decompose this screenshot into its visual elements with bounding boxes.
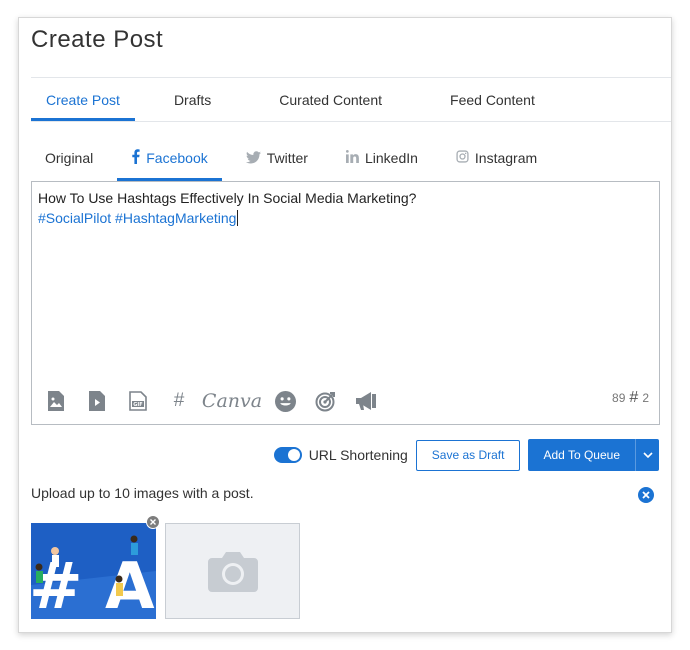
tab-feed-content[interactable]: Feed Content	[435, 90, 550, 121]
network-tab-label: LinkedIn	[364, 150, 418, 166]
main-tabs: Create Post Drafts Curated Content Feed …	[31, 90, 550, 121]
char-count: 89	[612, 391, 626, 405]
post-actions: URL Shortening Save as Draft Add To Queu…	[273, 439, 659, 471]
tab-create-post[interactable]: Create Post	[31, 90, 135, 121]
add-to-queue-button[interactable]: Add To Queue	[528, 439, 635, 471]
hashtag-icon[interactable]: #	[167, 389, 191, 413]
camera-icon	[207, 552, 258, 592]
post-hashtags: #SocialPilot #HashtagMarketing	[38, 210, 237, 226]
svg-text:A: A	[105, 550, 155, 619]
emoji-icon[interactable]	[273, 389, 297, 413]
twitter-icon	[245, 148, 261, 168]
add-image-placeholder[interactable]	[165, 523, 300, 619]
text-caret	[237, 210, 239, 226]
close-upload-button[interactable]	[638, 487, 654, 503]
queue-options-button[interactable]	[635, 439, 659, 471]
tab-curated-content[interactable]: Curated Content	[264, 90, 397, 121]
close-icon	[150, 519, 156, 525]
network-tab-instagram[interactable]: Instagram	[442, 148, 551, 181]
post-counter: 89 # 2	[612, 389, 649, 407]
page-title: Create Post	[31, 26, 164, 53]
network-tab-label: Twitter	[266, 150, 308, 166]
uploaded-image-thumbnail[interactable]: # A	[31, 523, 156, 619]
post-text-line: How To Use Hashtags Effectively In Socia…	[38, 190, 417, 206]
svg-text:GIF: GIF	[133, 402, 142, 408]
hashtag-count-icon: #	[629, 389, 639, 406]
create-post-card: Create Post Create Post Drafts Curated C…	[18, 17, 672, 633]
save-draft-button[interactable]: Save as Draft	[415, 439, 521, 471]
facebook-icon	[131, 148, 140, 168]
tab-drafts[interactable]: Drafts	[159, 90, 226, 121]
video-icon[interactable]	[85, 389, 109, 413]
tabs-divider	[31, 121, 671, 122]
post-text[interactable]: How To Use Hashtags Effectively In Socia…	[38, 188, 416, 228]
upload-hint: Upload up to 10 images with a post.	[31, 485, 254, 501]
canva-logo[interactable]: Canva	[202, 389, 262, 413]
remove-image-button[interactable]	[146, 515, 160, 529]
network-tabs: Original Facebook Twitter LinkedIn Insta…	[31, 148, 551, 181]
image-icon[interactable]	[44, 389, 68, 413]
gif-icon[interactable]: GIF	[126, 389, 150, 413]
chevron-down-icon	[642, 452, 653, 458]
megaphone-icon[interactable]	[355, 389, 379, 413]
network-tab-linkedin[interactable]: LinkedIn	[332, 148, 432, 181]
linkedin-icon	[345, 148, 359, 168]
instagram-icon	[456, 148, 469, 168]
title-divider	[31, 77, 671, 78]
url-shortening-label: URL Shortening	[308, 447, 408, 463]
post-editor[interactable]: How To Use Hashtags Effectively In Socia…	[31, 181, 660, 425]
network-tab-label: Original	[45, 150, 94, 166]
network-tab-label: Instagram	[474, 150, 538, 166]
editor-toolbar: GIF # Canva	[44, 389, 396, 413]
network-tab-label: Facebook	[146, 150, 208, 166]
target-icon[interactable]	[314, 389, 338, 413]
toggle-knob	[287, 449, 300, 461]
hashtag-count: 2	[642, 391, 649, 405]
network-tab-facebook[interactable]: Facebook	[117, 148, 222, 181]
close-icon	[642, 491, 650, 499]
url-shortening-toggle[interactable]	[273, 447, 302, 463]
network-tab-original[interactable]: Original	[31, 148, 107, 181]
network-tab-twitter[interactable]: Twitter	[232, 148, 322, 181]
